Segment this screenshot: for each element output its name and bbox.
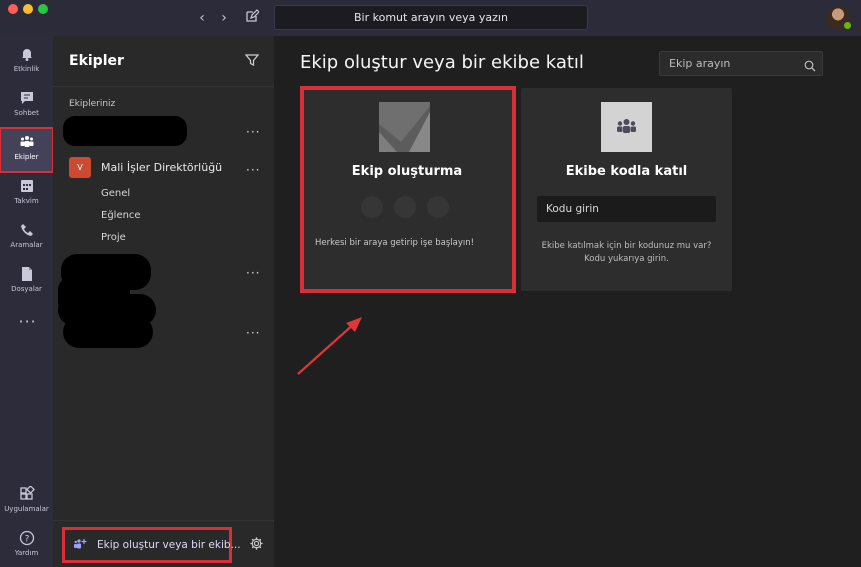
file-icon (19, 266, 35, 282)
presence-badge (843, 21, 852, 30)
divider (53, 86, 274, 87)
rail-item-activity[interactable]: Etkinlik (0, 40, 53, 84)
create-team-description: Herkesi bir araya getirip işe başlayın! (315, 238, 475, 248)
team-more-options-icon[interactable]: ··· (246, 327, 262, 339)
join-hint-line: Kodu yukarıya girin. (584, 254, 669, 264)
help-icon: ? (19, 530, 35, 546)
redacted-team-3 (63, 316, 153, 348)
join-hint-text: Ekibe katılmak için bir kodunuz mu var? … (531, 240, 722, 266)
gear-icon[interactable] (249, 536, 264, 551)
channel-item[interactable]: Proje (101, 232, 126, 243)
rail-item-chat[interactable]: Sohbet (0, 84, 53, 128)
channel-item[interactable]: Genel (101, 188, 130, 199)
rail-item-calendar[interactable]: Takvim (0, 172, 53, 216)
minimize-window-button[interactable] (23, 4, 33, 14)
compose-icon[interactable] (244, 9, 260, 27)
team-name[interactable]: Mali İşler Direktörlüğü (101, 161, 222, 174)
rail-label: Etkinlik (13, 65, 40, 73)
loading-dot (427, 196, 449, 218)
team-more-options-icon[interactable]: ··· (246, 267, 262, 279)
join-with-code-card: Ekibe kodla katıl Kodu girin Ekibe katıl… (521, 88, 732, 291)
calendar-icon (19, 178, 35, 194)
rail-label: Takvim (14, 197, 39, 205)
bell-icon (19, 46, 35, 62)
phone-icon (19, 222, 35, 238)
team-code-input[interactable]: Kodu girin (537, 196, 716, 222)
team-search-input[interactable]: Ekip arayın (659, 51, 823, 76)
rail-label: Aramalar (10, 241, 43, 249)
rail-item-files[interactable]: Dosyalar (0, 260, 53, 304)
join-or-create-label: Ekip oluştur veya bir ekib... (97, 539, 241, 551)
join-with-code-title: Ekibe kodla katıl (565, 164, 688, 179)
teams-panel: Ekipler Ekipleriniz ··· V Mali İşler Dir… (53, 36, 274, 567)
channel-item[interactable]: Eğlence (101, 210, 141, 221)
search-placeholder: Ekip arayın (669, 57, 731, 70)
rail-label: Ekipler (14, 153, 39, 161)
ellipsis-icon: ··· (18, 312, 37, 331)
loading-dots (361, 196, 451, 218)
rail-item-calls[interactable]: Aramalar (0, 216, 53, 260)
loading-dot (361, 196, 383, 218)
app-rail: Etkinlik Sohbet Ekipler Takvim Aramalar (0, 36, 54, 567)
teams-icon (19, 134, 35, 150)
title-bar: ‹ › Bir komut arayın veya yazın (0, 0, 861, 36)
join-or-create-team-button[interactable]: Ekip oluştur veya bir ekib... (62, 527, 241, 563)
rail-item-teams[interactable]: Ekipler (0, 127, 54, 173)
create-team-card[interactable]: Ekip oluşturma Herkesi bir araya getirip… (300, 86, 516, 293)
loading-dot (394, 196, 416, 218)
add-team-icon (74, 538, 88, 551)
team-more-options-icon[interactable]: ··· (246, 164, 262, 176)
panel-title: Ekipler (69, 53, 124, 69)
forward-arrow-icon[interactable]: › (216, 9, 232, 27)
teams-app: ‹ › Bir komut arayın veya yazın Etkinlik… (0, 0, 861, 567)
rail-item-help[interactable]: ? Yardım (0, 524, 53, 567)
image-placeholder-icon (379, 102, 430, 152)
maximize-window-button[interactable] (38, 4, 48, 14)
rail-label: Yardım (14, 549, 39, 557)
create-team-title: Ekip oluşturma (351, 164, 463, 179)
teams-group-icon (601, 102, 652, 152)
rail-label: Dosyalar (11, 285, 42, 293)
command-search-input[interactable]: Bir komut arayın veya yazın (274, 5, 588, 30)
team-avatar: V (69, 157, 91, 178)
search-icon[interactable] (804, 57, 816, 72)
back-arrow-icon[interactable]: ‹ (194, 9, 210, 27)
close-window-button[interactable] (8, 4, 18, 14)
chat-icon (19, 90, 35, 106)
join-hint-line: Ekibe katılmak için bir kodunuz mu var? (541, 241, 712, 251)
rail-label: Uygulamalar (4, 505, 49, 513)
filter-icon[interactable] (244, 52, 260, 66)
rail-label: Sohbet (14, 109, 39, 117)
apps-icon (19, 485, 35, 502)
team-more-options-icon[interactable]: ··· (246, 126, 262, 138)
svg-text:?: ? (24, 535, 29, 545)
rail-item-apps[interactable]: Uygulamalar (0, 480, 53, 524)
more-apps-button[interactable]: ··· (0, 308, 53, 338)
main-content: Ekip oluştur veya bir ekibe katıl Ekip a… (274, 36, 861, 567)
section-label: Ekipleriniz (69, 99, 116, 109)
annotation-arrow (297, 317, 362, 375)
page-title: Ekip oluştur veya bir ekibe katıl (300, 52, 584, 73)
redacted-team-1 (63, 116, 187, 146)
